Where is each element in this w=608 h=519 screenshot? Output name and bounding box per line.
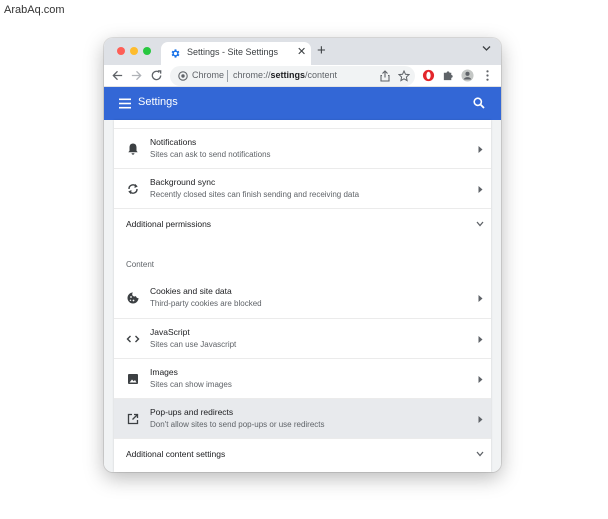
- opera-extension-icon[interactable]: [422, 69, 435, 82]
- profile-avatar-icon[interactable]: [461, 69, 474, 82]
- toolbar: Chrome chrome://settings/content: [104, 65, 501, 87]
- arrow-right-icon: [478, 336, 483, 343]
- section-label-content: Content: [126, 260, 155, 269]
- address-separator: [227, 70, 228, 82]
- cookie-icon: [127, 292, 139, 304]
- image-icon: [128, 374, 138, 384]
- tab-close-button[interactable]: ✕: [297, 45, 306, 59]
- address-bar[interactable]: Chrome chrome://settings/content: [170, 66, 415, 86]
- list-item-notifications[interactable]: Notifications Sites can ask to send noti…: [114, 128, 491, 168]
- list-item-popups-redirects[interactable]: Pop-ups and redirects Don't allow sites …: [114, 398, 491, 438]
- url-text[interactable]: chrome://settings/content: [233, 70, 337, 80]
- row-title: Pop-ups and redirects: [150, 407, 234, 417]
- gear-icon: [171, 49, 180, 58]
- arrow-right-icon: [478, 146, 483, 153]
- site-settings-card: Notifications Sites can ask to send noti…: [114, 120, 491, 472]
- close-window-button[interactable]: [117, 47, 125, 55]
- row-title: JavaScript: [150, 327, 190, 337]
- open-in-new-icon: [127, 413, 139, 425]
- expand-label: Additional content settings: [126, 449, 226, 459]
- watermark: ArabAq.com: [4, 4, 65, 16]
- chevron-down-icon: [476, 451, 484, 457]
- row-subtitle: Sites can show images: [150, 380, 232, 389]
- bell-icon: [128, 143, 138, 155]
- browser-window: Settings - Site Settings ✕ + Chrome chro…: [104, 38, 501, 472]
- star-icon[interactable]: [398, 70, 410, 82]
- settings-content: Notifications Sites can ask to send noti…: [104, 120, 501, 472]
- back-arrow-icon[interactable]: [111, 69, 124, 82]
- row-subtitle: Sites can ask to send notifications: [150, 150, 271, 159]
- zoom-window-button[interactable]: [143, 47, 151, 55]
- list-item-javascript[interactable]: JavaScript Sites can use Javascript: [114, 318, 491, 358]
- row-title: Notifications: [150, 137, 197, 147]
- additional-permissions-toggle[interactable]: Additional permissions: [114, 208, 491, 238]
- code-icon: [126, 335, 140, 343]
- arrow-right-icon: [478, 416, 483, 423]
- search-icon[interactable]: [473, 97, 485, 109]
- hamburger-menu-icon[interactable]: [119, 98, 131, 109]
- forward-arrow-icon[interactable]: [130, 69, 143, 82]
- more-vert-icon[interactable]: [481, 69, 494, 82]
- additional-content-settings-toggle[interactable]: Additional content settings: [114, 438, 491, 468]
- minimize-window-button[interactable]: [130, 47, 138, 55]
- arrow-right-icon: [478, 376, 483, 383]
- row-subtitle: Don't allow sites to send pop-ups or use…: [150, 420, 325, 429]
- settings-header: Settings: [104, 87, 501, 120]
- tab-strip: Settings - Site Settings ✕ +: [104, 38, 501, 65]
- tab-settings[interactable]: Settings - Site Settings ✕: [161, 42, 311, 65]
- row-subtitle: Third-party cookies are blocked: [150, 299, 262, 308]
- row-subtitle: Recently closed sites can finish sending…: [150, 190, 360, 199]
- row-title: Images: [150, 367, 178, 377]
- list-item-cookies[interactable]: Cookies and site data Third-party cookie…: [114, 278, 491, 318]
- arrow-right-icon: [478, 186, 483, 193]
- arrow-right-icon: [478, 295, 483, 302]
- expand-label: Additional permissions: [126, 219, 212, 229]
- sync-icon: [128, 184, 138, 194]
- chevron-down-icon: [476, 221, 484, 227]
- chrome-site-icon[interactable]: [178, 71, 188, 81]
- list-item-background-sync[interactable]: Background sync Recently closed sites ca…: [114, 168, 491, 208]
- row-subtitle: Sites can use Javascript: [150, 340, 237, 349]
- puzzle-icon[interactable]: [442, 69, 455, 82]
- new-tab-button[interactable]: +: [317, 43, 326, 59]
- list-item-images[interactable]: Images Sites can show images: [114, 358, 491, 398]
- chevron-down-icon[interactable]: [482, 45, 491, 52]
- site-name: Chrome: [192, 70, 225, 80]
- tab-title: Settings - Site Settings: [187, 47, 279, 57]
- row-title: Background sync: [150, 177, 216, 187]
- row-title: Cookies and site data: [150, 286, 232, 296]
- page-title: Settings: [138, 96, 178, 108]
- reload-icon[interactable]: [150, 69, 163, 82]
- share-icon[interactable]: [379, 70, 391, 82]
